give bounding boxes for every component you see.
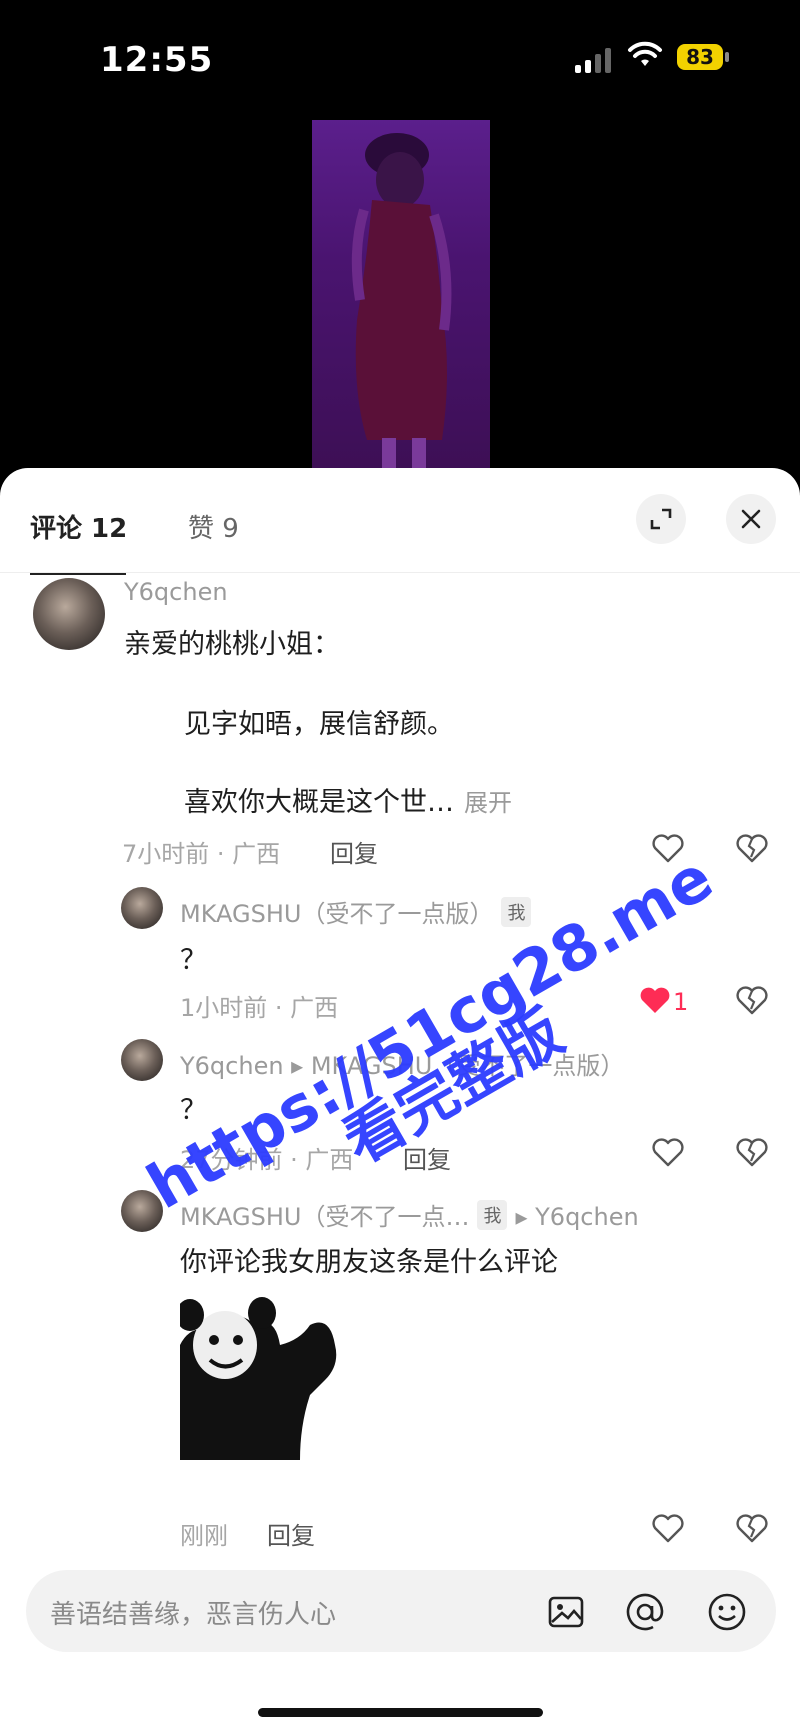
comment-text-line: 喜欢你大概是这个世… 展开 [184, 780, 512, 819]
broken-heart-icon[interactable] [734, 830, 770, 866]
broken-heart-icon[interactable] [734, 982, 770, 1018]
status-time: 12:55 [100, 40, 214, 80]
battery-indicator: 83 [677, 44, 723, 70]
comment-meta: 7小时前 · 广西 [122, 840, 281, 868]
reply-username-text: MKAGSHU（受不了一点版） [180, 900, 494, 928]
reply-text: ？ [180, 945, 207, 976]
reply-text: 你评论我女朋友这条是什么评论 [180, 1247, 558, 1278]
like-count: 1 [673, 988, 689, 1016]
comment-text-line: 见字如晤，展信舒颜。 [184, 709, 454, 740]
sticker-image[interactable] [176, 1285, 340, 1460]
wifi-icon [628, 41, 662, 66]
video-figure [351, 133, 452, 468]
avatar[interactable] [121, 1039, 163, 1081]
expand-link[interactable]: 展开 [464, 789, 512, 817]
comment-input[interactable]: 善语结善缘，恶言伤人心 [26, 1570, 776, 1652]
me-badge: 我 [477, 1200, 508, 1230]
cellular-signal-icon [575, 45, 611, 73]
video-player[interactable] [0, 110, 800, 470]
video-frame [312, 120, 490, 470]
expand-sheet-button[interactable] [636, 494, 686, 544]
panda-meme-image [176, 1297, 337, 1460]
avatar[interactable] [33, 578, 105, 650]
status-bar: 12:55 83 [0, 0, 800, 120]
tab-comments[interactable]: 评论 12 [30, 508, 127, 545]
reply-meta: 刚刚 [180, 1522, 228, 1550]
heart-filled-icon[interactable] [637, 982, 673, 1018]
comment-username[interactable]: Y6qchen [124, 578, 228, 606]
me-badge: 我 [501, 897, 532, 927]
comment-text-line: 亲爱的桃桃小姐： [124, 629, 340, 660]
broken-heart-icon[interactable] [734, 1510, 770, 1546]
close-icon [741, 509, 761, 529]
tab-likes[interactable]: 赞 9 [188, 508, 239, 545]
heart-outline-icon[interactable] [650, 1134, 686, 1170]
broken-heart-icon[interactable] [734, 1134, 770, 1170]
emoji-icon[interactable] [706, 1591, 748, 1633]
battery-tip [725, 52, 729, 62]
heart-outline-icon[interactable] [650, 1510, 686, 1546]
close-button[interactable] [726, 494, 776, 544]
reply-username[interactable]: MKAGSHU（受不了一点… 我 ▸ Y6qchen [180, 1197, 639, 1232]
tab-divider [0, 572, 800, 573]
mention-icon[interactable] [624, 1591, 666, 1633]
reply-button[interactable]: 回复 [267, 1516, 315, 1551]
reply-username-text: MKAGSHU（受不了一点… [180, 1203, 470, 1231]
reply-button[interactable]: 回复 [330, 834, 378, 869]
image-icon[interactable] [546, 1592, 586, 1632]
reply-username[interactable]: MKAGSHU（受不了一点版）我 [180, 894, 539, 929]
home-indicator [258, 1708, 543, 1717]
reply-to-user[interactable]: ▸ Y6qchen [515, 1203, 638, 1231]
expand-icon [650, 508, 672, 530]
comment-input-placeholder: 善语结善缘，恶言伤人心 [50, 1600, 337, 1630]
comment-text-truncated: 喜欢你大概是这个世… [184, 787, 454, 818]
reply-meta: 1小时前 · 广西 [180, 994, 339, 1022]
avatar[interactable] [121, 887, 163, 929]
